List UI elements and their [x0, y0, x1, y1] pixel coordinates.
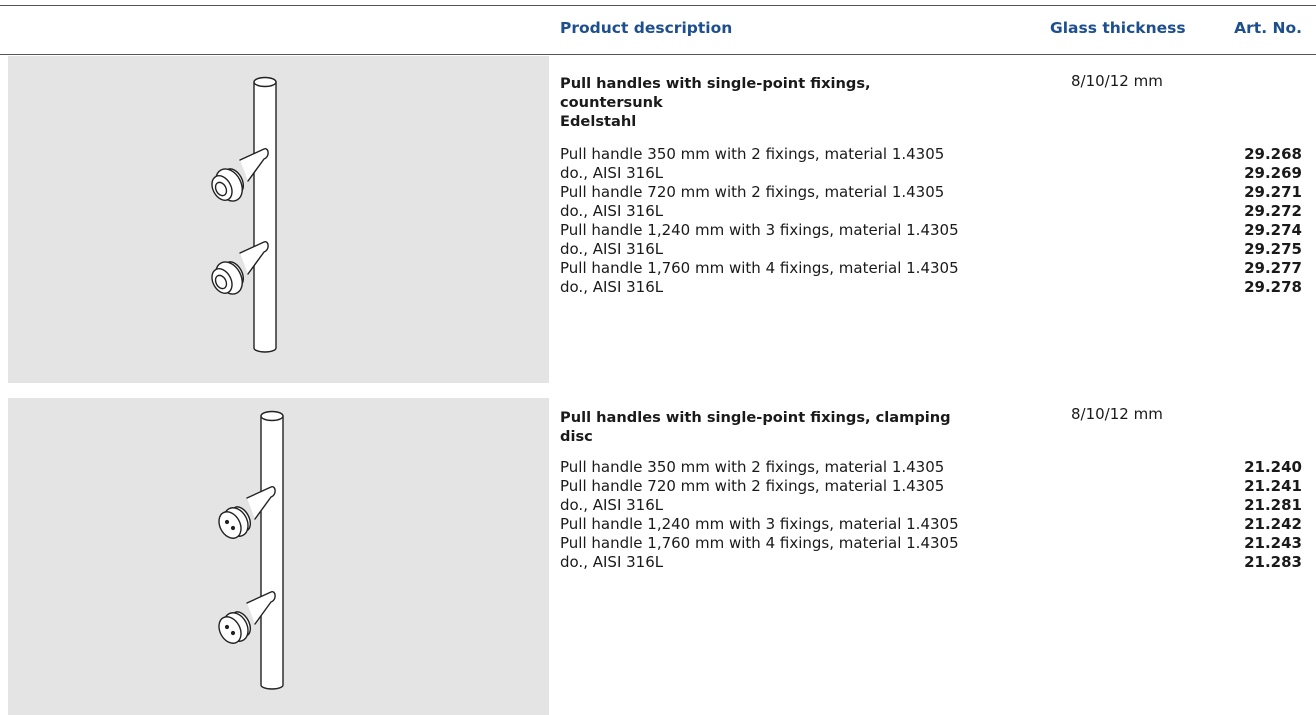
product-image-clamping-disc [8, 398, 549, 715]
product-image-countersunk [8, 56, 549, 383]
art-number: 21.241 [1244, 477, 1302, 495]
pull-handle-clamping-disc-icon [218, 410, 284, 690]
header-product-description: Product description [560, 19, 733, 37]
top-rule [0, 5, 1316, 6]
product-title-line: disc [560, 428, 593, 445]
product-line: Pull handle 720 mm with 2 fixings, mater… [560, 183, 945, 201]
product-title-line: Pull handles with single-point fixings, [560, 75, 871, 92]
art-number: 29.278 [1244, 278, 1302, 296]
product-line: do., AISI 316L [560, 496, 664, 514]
header-glass-thickness: Glass thickness [1050, 19, 1186, 37]
product-line: Pull handle 720 mm with 2 fixings, mater… [560, 477, 945, 495]
art-number: 29.275 [1244, 240, 1302, 258]
product-lines-countersunk: Pull handle 350 mm with 2 fixings, mater… [560, 145, 1040, 297]
glass-thickness-value: 8/10/12 mm [1071, 72, 1163, 90]
glass-thickness-value: 8/10/12 mm [1071, 405, 1163, 423]
art-numbers-countersunk: 29.268 29.269 29.271 29.272 29.274 29.27… [1182, 145, 1302, 297]
product-title-line: Pull handles with single-point fixings, … [560, 409, 951, 426]
art-number: 29.268 [1244, 145, 1302, 163]
product-lines-clamping-disc: Pull handle 350 mm with 2 fixings, mater… [560, 458, 1040, 572]
art-number: 29.277 [1244, 259, 1302, 277]
product-line: do., AISI 316L [560, 278, 664, 296]
product-line: do., AISI 316L [560, 164, 664, 182]
product-line: Pull handle 350 mm with 2 fixings, mater… [560, 145, 945, 163]
art-numbers-clamping-disc: 21.240 21.241 21.281 21.242 21.243 21.28… [1182, 458, 1302, 572]
product-line: do., AISI 316L [560, 240, 664, 258]
art-number: 29.274 [1244, 221, 1302, 239]
art-number: 21.243 [1244, 534, 1302, 552]
product-material: Edelstahl [560, 113, 637, 130]
art-number: 21.240 [1244, 458, 1302, 476]
product-line: Pull handle 1,240 mm with 3 fixings, mat… [560, 515, 959, 533]
product-line: Pull handle 350 mm with 2 fixings, mater… [560, 458, 945, 476]
product-title-countersunk: Pull handles with single-point fixings, … [560, 74, 1020, 131]
art-number: 21.283 [1244, 553, 1302, 571]
pull-handle-countersunk-icon [211, 76, 277, 353]
product-line: Pull handle 1,240 mm with 3 fixings, mat… [560, 221, 959, 239]
product-line: Pull handle 1,760 mm with 4 fixings, mat… [560, 534, 959, 552]
art-number: 29.271 [1244, 183, 1302, 201]
art-number: 21.242 [1244, 515, 1302, 533]
header-rule [0, 54, 1316, 55]
product-line: do., AISI 316L [560, 202, 664, 220]
art-number: 21.281 [1244, 496, 1302, 514]
product-line: Pull handle 1,760 mm with 4 fixings, mat… [560, 259, 959, 277]
product-title-line: countersunk [560, 94, 663, 111]
art-number: 29.272 [1244, 202, 1302, 220]
art-number: 29.269 [1244, 164, 1302, 182]
product-line: do., AISI 316L [560, 553, 664, 571]
header-art-no: Art. No. [1234, 19, 1302, 37]
product-title-clamping-disc: Pull handles with single-point fixings, … [560, 408, 1020, 446]
